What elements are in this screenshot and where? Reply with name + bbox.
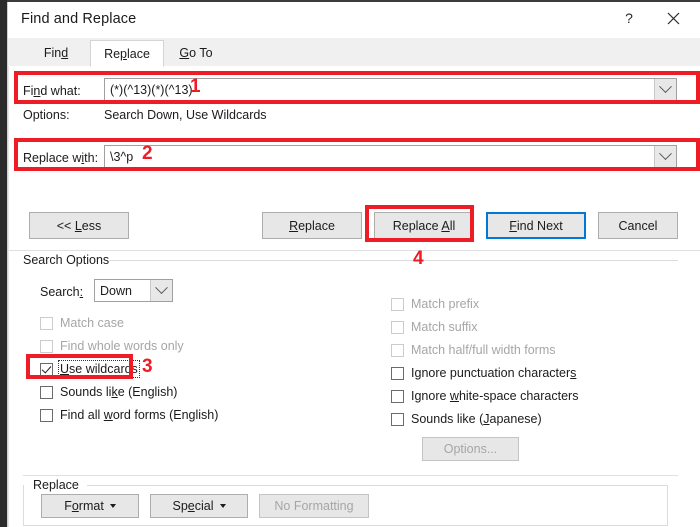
search-direction-dropdown[interactable]: Down xyxy=(94,279,173,302)
format-caret-down-icon xyxy=(109,504,116,508)
tab-go-to-label: Go To xyxy=(179,46,213,60)
ignore-white-space-characters-checkbox[interactable]: Ignore white-space characters xyxy=(391,389,578,403)
search-direction-label: Search: xyxy=(40,285,84,299)
match-suffix-checkbox-box xyxy=(391,320,404,334)
ignore-punctuation-characters-checkbox[interactable]: Ignore punctuation characters xyxy=(391,366,576,380)
replace-button[interactable]: Replace xyxy=(262,212,362,239)
find-whole-words-only-checkbox[interactable]: Find whole words only xyxy=(40,339,184,353)
search-options-rule xyxy=(109,260,678,261)
ignore-white-space-characters-checkbox-box xyxy=(391,389,404,403)
find-whole-words-only-label: Find whole words only xyxy=(60,339,184,353)
capture-left-edge xyxy=(0,0,7,527)
replace-button-label: Replace xyxy=(289,218,335,233)
options-label: Options: xyxy=(23,108,70,122)
sounds-like-english-checkbox-box xyxy=(40,385,53,399)
match-prefix-checkbox-box xyxy=(391,297,404,311)
match-suffix-label: Match suffix xyxy=(411,320,478,334)
cancel-button[interactable]: Cancel xyxy=(598,212,678,239)
replace-all-button[interactable]: Replace All xyxy=(374,212,474,239)
tab-strip: Find Replace Go To xyxy=(8,38,700,67)
special-button-label: Special xyxy=(172,499,214,513)
search-options-bottom-separator xyxy=(23,475,678,476)
japanese-options-button[interactable]: Options... xyxy=(422,437,519,461)
find-what-label: Find what: xyxy=(23,84,81,98)
dialog-body: Find what: (*)(^13)(*)(^13) Options: Sea… xyxy=(8,66,700,527)
find-what-value: (*)(^13)(*)(^13) xyxy=(110,82,193,97)
find-next-button-label: Find Next xyxy=(509,218,563,233)
use-wildcards-checkbox[interactable]: Use wildcards xyxy=(40,360,140,378)
special-button[interactable]: Special xyxy=(150,494,248,518)
find-next-button[interactable]: Find Next xyxy=(486,212,586,239)
find-all-word-forms-label: Find all word forms (English) xyxy=(60,408,219,422)
sounds-like-japanese-label: Sounds like (Japanese) xyxy=(411,412,542,426)
button-row-separator xyxy=(9,250,700,251)
match-case-checkbox[interactable]: Match case xyxy=(40,316,124,330)
find-all-word-forms-checkbox[interactable]: Find all word forms (English) xyxy=(40,408,218,422)
match-case-checkbox-box xyxy=(40,316,53,330)
search-options-title: Search Options xyxy=(23,253,116,267)
use-wildcards-label: Use wildcards xyxy=(58,360,140,378)
find-whole-words-only-checkbox-box xyxy=(40,339,53,353)
screenshot-capture: Find and Replace ? Find Replace Go To Fi… xyxy=(0,0,700,527)
tab-replace-label: Replace xyxy=(104,46,150,61)
match-suffix-checkbox[interactable]: Match suffix xyxy=(391,320,477,334)
match-prefix-checkbox[interactable]: Match prefix xyxy=(391,297,479,311)
search-direction-value: Down xyxy=(100,283,132,298)
find-what-dropdown-chevron-down-icon[interactable] xyxy=(654,79,676,100)
replace-with-dropdown-chevron-down-icon[interactable] xyxy=(654,146,676,167)
match-half-full-width-forms-checkbox[interactable]: Match half/full width forms xyxy=(391,343,556,357)
match-half-full-width-forms-label: Match half/full width forms xyxy=(411,343,556,357)
dialog-title: Find and Replace xyxy=(21,11,137,27)
replace-with-value: \3^p xyxy=(110,149,134,164)
sounds-like-japanese-checkbox-box xyxy=(391,412,404,426)
match-half-full-width-forms-checkbox-box xyxy=(391,343,404,357)
tab-find-label: Find xyxy=(43,46,69,60)
ignore-punctuation-characters-checkbox-box xyxy=(391,366,404,380)
match-prefix-label: Match prefix xyxy=(411,297,480,311)
format-button-label: Format xyxy=(64,499,104,513)
ignore-punctuation-characters-label: Ignore punctuation characters xyxy=(411,366,577,380)
options-value: Search Down, Use Wildcards xyxy=(104,108,267,122)
no-formatting-button[interactable]: No Formatting xyxy=(259,494,369,518)
special-caret-down-icon xyxy=(219,504,226,508)
close-icon[interactable] xyxy=(651,2,695,34)
tab-replace[interactable]: Replace xyxy=(90,40,164,67)
replace-all-button-label: Replace All xyxy=(392,218,456,233)
ignore-white-space-characters-label: Ignore white-space characters xyxy=(411,389,579,403)
tab-find[interactable]: Find xyxy=(22,40,90,66)
find-what-field[interactable]: (*)(^13)(*)(^13) xyxy=(104,78,677,101)
format-button[interactable]: Format xyxy=(41,494,139,518)
sounds-like-english-label: Sounds like (English) xyxy=(60,385,178,399)
use-wildcards-checkbox-box xyxy=(40,362,53,376)
match-case-label: Match case xyxy=(60,316,124,330)
sounds-like-english-checkbox[interactable]: Sounds like (English) xyxy=(40,385,177,399)
help-icon[interactable]: ? xyxy=(607,2,651,34)
find-and-replace-dialog: Find and Replace ? Find Replace Go To Fi… xyxy=(7,2,700,527)
sounds-like-japanese-checkbox[interactable]: Sounds like (Japanese) xyxy=(391,412,542,426)
replace-with-label: Replace with: xyxy=(23,151,99,165)
less-button[interactable]: << Less xyxy=(29,212,129,239)
title-bar: Find and Replace ? xyxy=(8,2,700,38)
replace-with-field[interactable]: \3^p xyxy=(104,145,677,168)
find-all-word-forms-checkbox-box xyxy=(40,408,53,422)
search-direction-chevron-down-icon[interactable] xyxy=(150,280,172,301)
less-button-label: << Less xyxy=(56,218,102,233)
tab-go-to[interactable]: Go To xyxy=(165,40,227,66)
